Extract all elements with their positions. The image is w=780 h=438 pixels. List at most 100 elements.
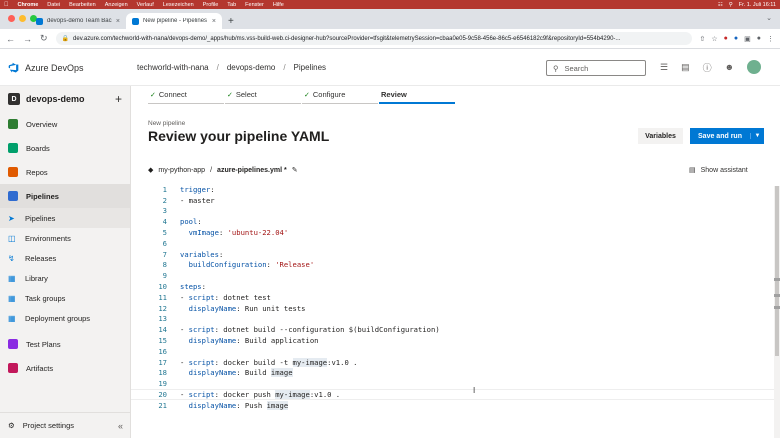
address-bar[interactable]: 🔒 dev.azure.com/techworld-with-nana/devo… bbox=[55, 32, 692, 45]
sidebar-subitem-library[interactable]: ▦ Library bbox=[0, 268, 130, 288]
rename-icon[interactable]: ✎ bbox=[292, 166, 298, 174]
sidebar-item-label: Pipelines bbox=[26, 191, 59, 201]
code-line[interactable]: 6 bbox=[131, 238, 774, 249]
code-line[interactable]: 20 - script: docker push my-image:v1.0 . bbox=[131, 389, 774, 400]
test-plans-icon bbox=[8, 339, 18, 349]
menu-clock[interactable]: Fr. 1. Juli 16:11 bbox=[739, 2, 776, 8]
shopping-bag-icon[interactable]: ▤ bbox=[681, 62, 690, 73]
code-line[interactable]: 2 - master bbox=[131, 195, 774, 206]
tab-configure[interactable]: ✓ Configure bbox=[302, 86, 378, 104]
lock-icon[interactable]: 🔒 bbox=[62, 35, 69, 42]
tab-review[interactable]: Review bbox=[379, 86, 455, 104]
add-icon[interactable]: + bbox=[115, 92, 122, 106]
puzzle-icon[interactable]: ▣ bbox=[744, 35, 751, 43]
project-header[interactable]: D devops-demo + bbox=[0, 86, 130, 112]
user-settings-icon[interactable]: ☻ bbox=[725, 62, 734, 72]
extension-icon[interactable]: ● bbox=[724, 35, 728, 43]
menu-app-name[interactable]: Chrome bbox=[18, 2, 39, 8]
menu-item[interactable]: Tab bbox=[227, 2, 236, 8]
code-line[interactable]: 11 - script: dotnet test bbox=[131, 292, 774, 303]
new-tab-button[interactable]: + bbox=[222, 16, 240, 29]
kebab-menu-icon[interactable]: ⋮ bbox=[767, 35, 774, 43]
reload-icon[interactable]: ↻ bbox=[40, 33, 48, 44]
collapse-sidebar-icon[interactable]: « bbox=[118, 421, 123, 431]
list-icon[interactable]: ☰ bbox=[660, 62, 668, 73]
minimize-window-button[interactable] bbox=[19, 15, 26, 22]
sidebar-item-overview[interactable]: Overview bbox=[0, 112, 130, 136]
code-line[interactable]: 4 pool: bbox=[131, 216, 774, 227]
scrollbar-thumb[interactable] bbox=[775, 186, 779, 356]
apple-icon[interactable]:  bbox=[4, 2, 9, 8]
code-line[interactable]: 9 bbox=[131, 270, 774, 281]
search-icon[interactable]: ⚲ bbox=[729, 2, 733, 8]
code-line[interactable]: 18 displayName: Build image bbox=[131, 368, 774, 379]
yaml-editor[interactable]: 1 trigger: 2- master 3 4 pool: 5 vmImage: 'ubu… bbox=[131, 184, 774, 438]
sidebar-subitem-task-groups[interactable]: ▦ Task groups bbox=[0, 288, 130, 308]
sidebar-subitem-environments[interactable]: ◫ Environments bbox=[0, 228, 130, 248]
code-line[interactable]: 12 displayName: Run unit tests bbox=[131, 303, 774, 314]
sidebar-item-pipelines[interactable]: Pipelines bbox=[0, 184, 130, 208]
tab-search-chevron-icon[interactable]: ⌄ bbox=[766, 14, 772, 22]
repo-name[interactable]: my-python-app bbox=[158, 167, 205, 174]
sidebar-item-repos[interactable]: Repos bbox=[0, 160, 130, 184]
menu-item[interactable]: Hilfe bbox=[273, 2, 284, 8]
chevron-down-icon[interactable]: ▼ bbox=[750, 133, 764, 139]
sidebar-item-artifacts[interactable]: Artifacts bbox=[0, 356, 130, 380]
code-line[interactable]: 5 vmImage: 'ubuntu-22.04' bbox=[131, 227, 774, 238]
sidebar-subitem-deployment-groups[interactable]: ▦ Deployment groups bbox=[0, 308, 130, 328]
sidebar-subitem-releases[interactable]: ↯ Releases bbox=[0, 248, 130, 268]
share-icon[interactable]: ⇧ bbox=[700, 35, 706, 43]
browser-tab-active[interactable]: New pipeline - Pipelines × bbox=[126, 13, 222, 29]
sidebar-item-boards[interactable]: Boards bbox=[0, 136, 130, 160]
back-arrow-icon[interactable]: ← bbox=[6, 34, 15, 44]
file-name[interactable]: azure-pipelines.yml * bbox=[217, 167, 287, 174]
breadcrumb-pipelines[interactable]: Pipelines bbox=[294, 63, 326, 72]
tab-connect[interactable]: ✓ Connect bbox=[148, 86, 224, 104]
tab-select[interactable]: ✓ Select bbox=[225, 86, 301, 104]
search-box[interactable]: ⚲ Search bbox=[546, 60, 646, 76]
code-text: displayName: Run unit tests bbox=[188, 303, 306, 313]
menu-item[interactable]: Datei bbox=[47, 2, 60, 8]
ado-brand[interactable]: Azure DevOps bbox=[0, 62, 137, 73]
code-line[interactable]: 21 displayName: Push image bbox=[131, 400, 774, 411]
menu-item[interactable]: Bearbeiten bbox=[69, 2, 96, 8]
editor-scrollbar[interactable] bbox=[774, 186, 780, 438]
extension-icon[interactable]: ● bbox=[734, 35, 738, 43]
code-line[interactable]: 19 bbox=[131, 378, 774, 389]
code-line[interactable]: 7 variables: bbox=[131, 249, 774, 260]
profile-icon[interactable]: ● bbox=[757, 35, 761, 43]
code-line[interactable]: 17 - script: docker build -t my-image:v1.… bbox=[131, 357, 774, 368]
code-line[interactable]: 8 buildConfiguration: 'Release' bbox=[131, 260, 774, 271]
menu-item[interactable]: Fenster bbox=[245, 2, 264, 8]
avatar[interactable] bbox=[747, 60, 762, 74]
sidebar-subitem-pipelines[interactable]: ➤ Pipelines bbox=[0, 208, 130, 228]
breadcrumb-project[interactable]: devops-demo bbox=[227, 63, 275, 72]
close-window-button[interactable] bbox=[8, 15, 15, 22]
code-line[interactable]: 16 bbox=[131, 346, 774, 357]
variables-button[interactable]: Variables bbox=[638, 128, 683, 144]
menu-item[interactable]: Lesezeichen bbox=[163, 2, 194, 8]
menu-item[interactable]: Profile bbox=[203, 2, 219, 8]
help-icon[interactable]: ⓘ bbox=[703, 61, 712, 74]
menu-item[interactable]: Anzeigen bbox=[105, 2, 128, 8]
step-label: Connect bbox=[158, 90, 187, 99]
code-line[interactable]: 13 bbox=[131, 314, 774, 325]
close-tab-icon[interactable]: × bbox=[212, 18, 216, 25]
menu-item[interactable]: Verlauf bbox=[137, 2, 154, 8]
code-line[interactable]: 10 steps: bbox=[131, 281, 774, 292]
code-text: trigger: bbox=[180, 184, 215, 194]
save-and-run-button[interactable]: Save and run ▼ bbox=[690, 128, 764, 144]
browser-tab[interactable]: devops-demo Team Backlog B... × bbox=[30, 13, 126, 29]
close-tab-icon[interactable]: × bbox=[116, 18, 120, 25]
code-line[interactable]: 15 displayName: Build application bbox=[131, 335, 774, 346]
project-settings[interactable]: ⚙ Project settings « bbox=[0, 412, 131, 438]
show-assistant-button[interactable]: ▤ Show assistant bbox=[689, 166, 748, 175]
code-line[interactable]: 14 - script: dotnet build --configuration… bbox=[131, 324, 774, 335]
forward-arrow-icon[interactable]: → bbox=[23, 34, 32, 44]
wifi-icon[interactable]: ☷ bbox=[718, 2, 723, 8]
bookmark-star-icon[interactable]: ☆ bbox=[711, 35, 717, 43]
sidebar-item-test-plans[interactable]: Test Plans bbox=[0, 332, 130, 356]
code-line[interactable]: 3 bbox=[131, 206, 774, 217]
code-line[interactable]: 1 trigger: bbox=[131, 184, 774, 195]
breadcrumb-org[interactable]: techworld-with-nana bbox=[137, 63, 209, 72]
